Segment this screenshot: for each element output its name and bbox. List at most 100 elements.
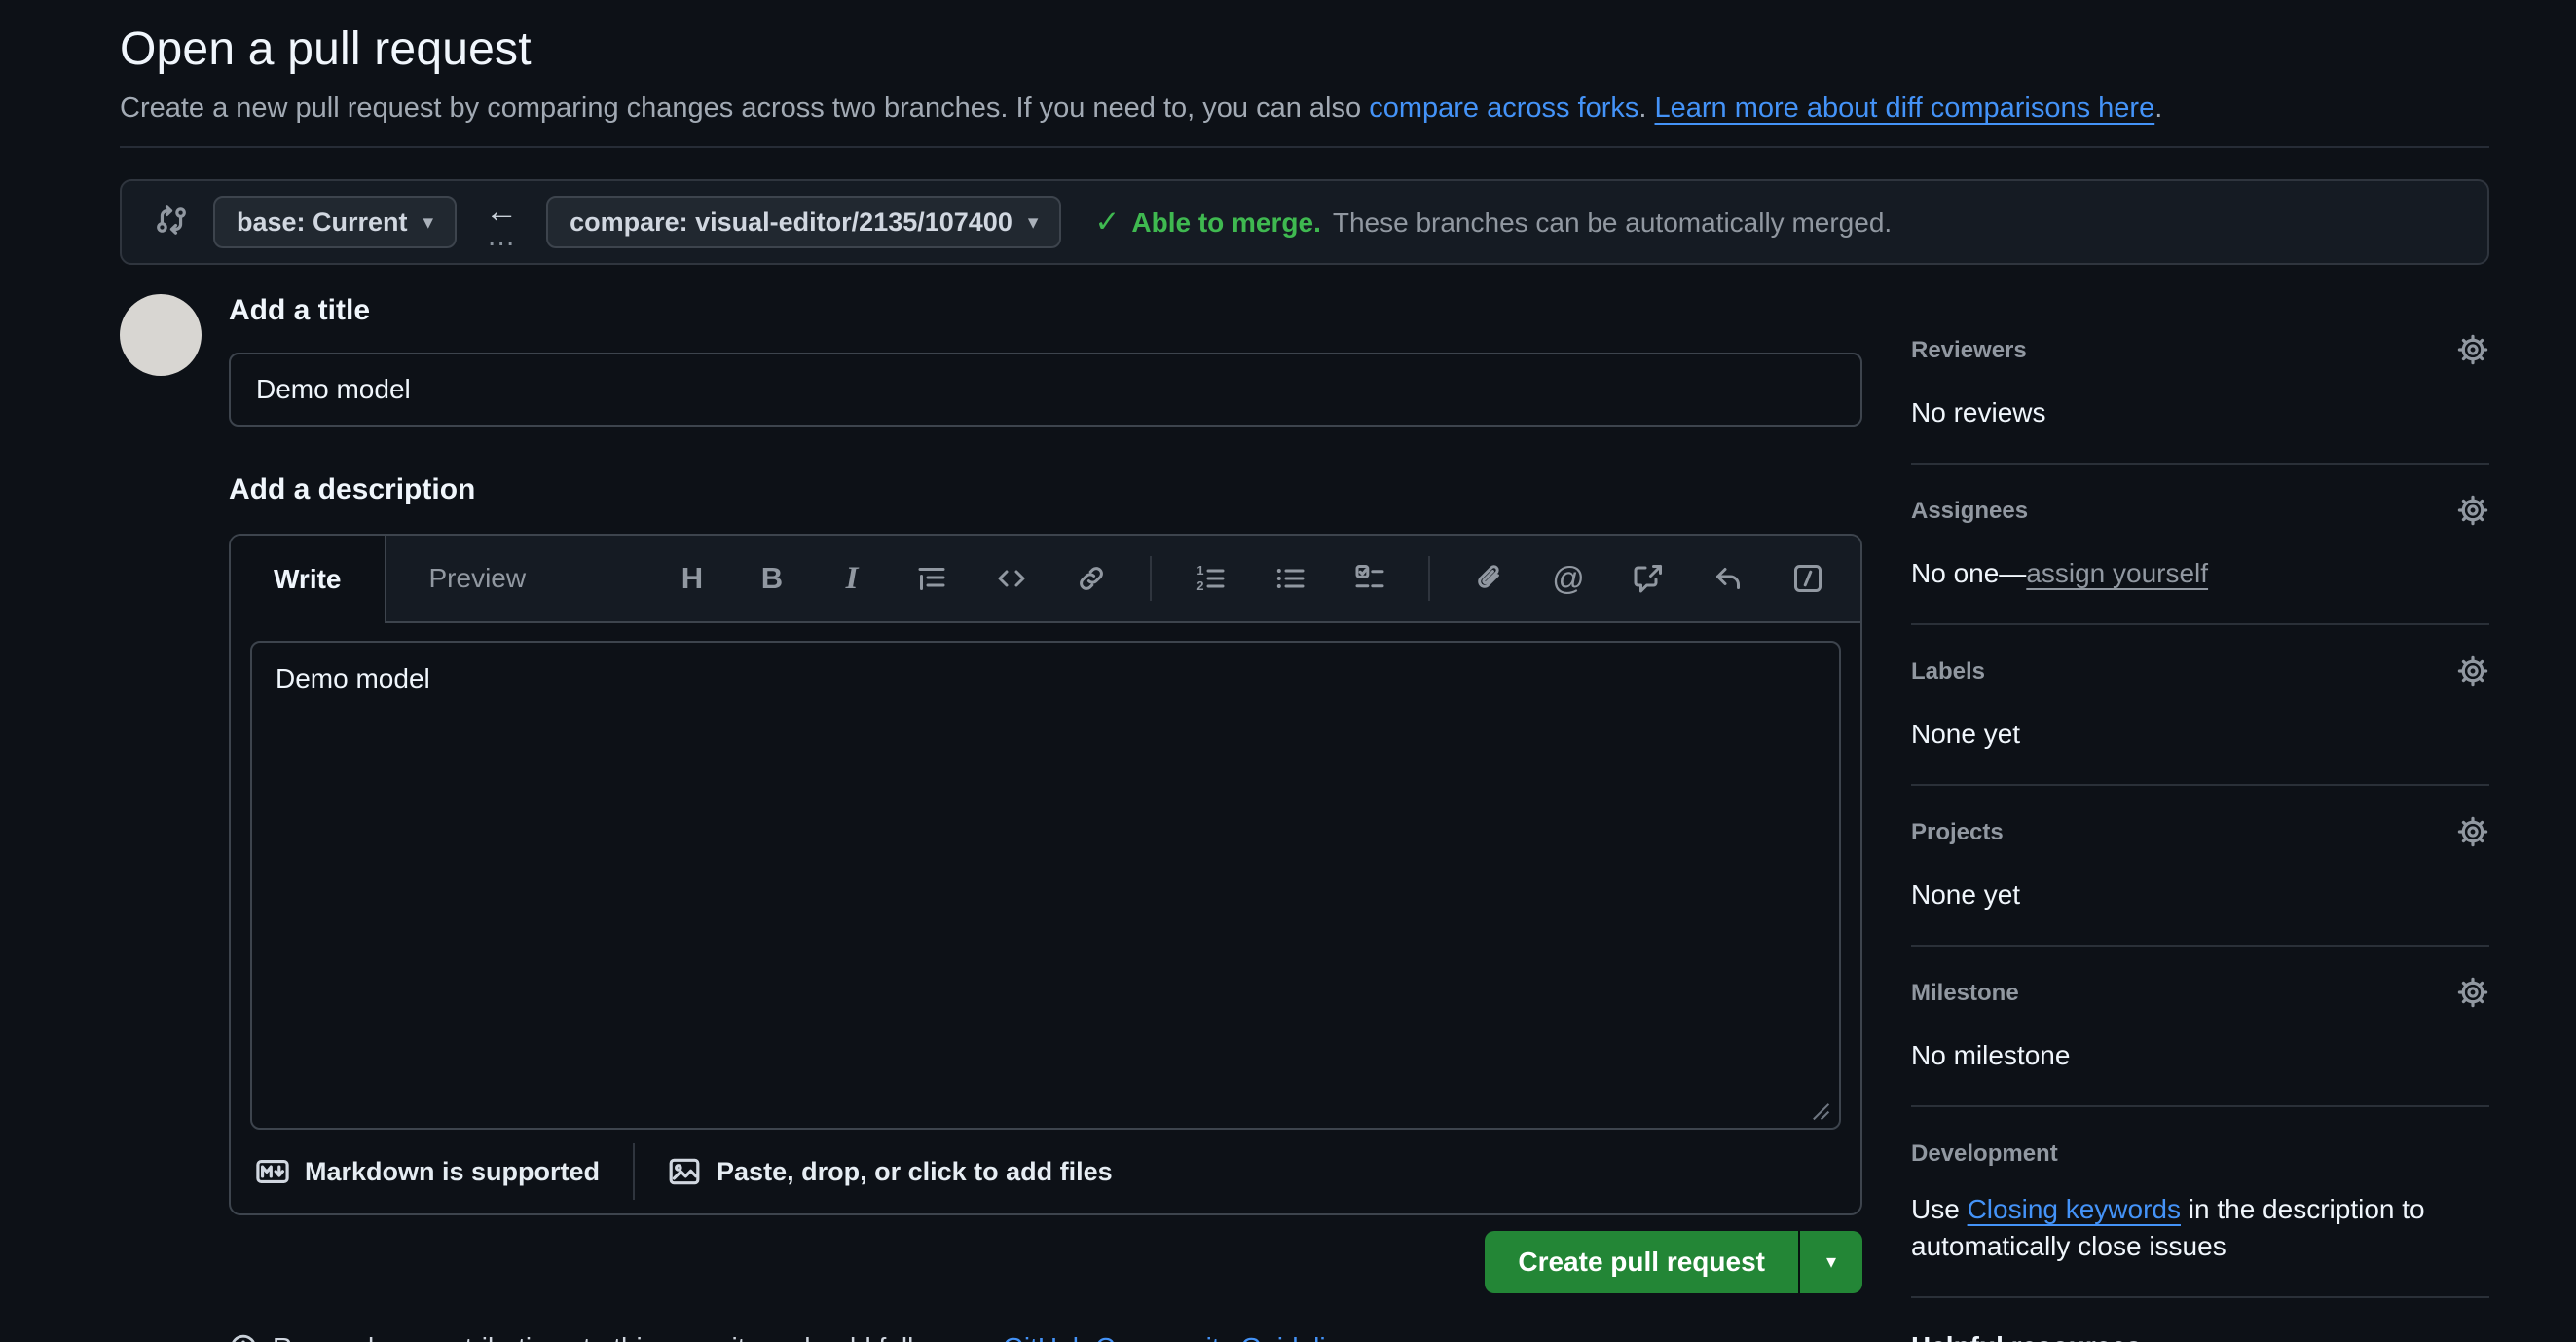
base-branch-dropdown[interactable]: base: Current ▾	[213, 196, 457, 248]
labels-gear-button[interactable]	[2456, 654, 2489, 692]
check-icon: ✓	[1094, 205, 1120, 240]
paperclip-icon	[1473, 563, 1504, 594]
attach-files-button[interactable]: Paste, drop, or click to add files	[668, 1155, 1113, 1188]
footer-separator	[633, 1143, 635, 1200]
gear-icon	[2456, 815, 2489, 848]
pull-request-compose-page: Open a pull request Create a new pull re…	[0, 0, 2576, 1342]
saved-replies-button[interactable]	[1695, 545, 1761, 612]
milestone-heading: Milestone	[1911, 980, 2019, 1007]
compare-across-forks-link[interactable]: compare across forks	[1369, 93, 1638, 124]
assign-yourself-link[interactable]: assign yourself	[2026, 558, 2208, 588]
mention-button[interactable]: @	[1535, 545, 1601, 612]
numbered-list-button[interactable]: 12	[1177, 545, 1243, 612]
main-form-column: Add a title Add a description Write Prev…	[229, 294, 1862, 1342]
page-subtitle: Create a new pull request by comparing c…	[120, 90, 2489, 148]
cross-reference-button[interactable]	[1615, 545, 1681, 612]
compare-branch-dropdown[interactable]: compare: visual-editor/2135/107400 ▾	[546, 196, 1061, 248]
page-title: Open a pull request	[120, 21, 2489, 78]
reviewers-heading: Reviewers	[1911, 337, 2027, 364]
editor-body: Demo model	[231, 623, 1860, 1130]
merge-status-detail: These branches can be automatically merg…	[1333, 207, 1892, 239]
reviewers-value: No reviews	[1911, 394, 2489, 431]
markdown-supported-label: Markdown is supported	[305, 1157, 600, 1187]
description-textarea[interactable]: Demo model	[250, 641, 1841, 1130]
merge-status-label: Able to merge.	[1131, 207, 1320, 239]
contribution-note-text: Remember, contributions to this reposito…	[273, 1332, 1378, 1342]
milestone-value: No milestone	[1911, 1037, 2489, 1074]
title-input[interactable]	[229, 353, 1862, 427]
info-icon	[229, 1333, 258, 1342]
development-text: Use Closing keywords in the description …	[1911, 1191, 2443, 1265]
reviewers-gear-button[interactable]	[2456, 333, 2489, 371]
pr-sidebar: Reviewers No reviews Assignees No one—as…	[1911, 294, 2489, 1342]
quote-button[interactable]	[899, 545, 965, 612]
italic-button[interactable]: I	[819, 545, 885, 612]
development-text-pre: Use	[1911, 1194, 1968, 1224]
task-list-button[interactable]	[1337, 545, 1403, 612]
heading-icon: H	[681, 561, 703, 596]
code-button[interactable]	[978, 545, 1045, 612]
note-text: Remember, contributions to this reposito…	[273, 1332, 1003, 1342]
avatar	[120, 294, 202, 376]
assignees-gear-button[interactable]	[2456, 494, 2489, 532]
create-options-dropdown[interactable]: ▾	[1800, 1231, 1862, 1293]
chevron-down-icon: ▾	[423, 212, 434, 233]
gear-icon	[2456, 654, 2489, 688]
quote-icon	[916, 563, 947, 594]
create-pull-request-button[interactable]: Create pull request	[1485, 1231, 1798, 1293]
projects-heading: Projects	[1911, 819, 2004, 846]
subtitle-text: Create a new pull request by comparing c…	[120, 93, 1369, 124]
chevron-down-icon: ▾	[1826, 1252, 1836, 1272]
bold-button[interactable]: B	[739, 545, 805, 612]
avatar-column	[120, 294, 229, 1342]
link-button[interactable]	[1058, 545, 1124, 612]
markdown-icon	[256, 1155, 289, 1188]
title-heading: Add a title	[229, 294, 1862, 327]
subtitle-period: .	[2154, 93, 2162, 124]
gear-icon	[2456, 976, 2489, 1009]
labels-heading: Labels	[1911, 658, 1985, 686]
closing-keywords-link[interactable]: Closing keywords	[1968, 1194, 2181, 1224]
tab-preview[interactable]: Preview	[386, 536, 570, 621]
bulleted-list-icon	[1274, 563, 1306, 594]
slash-commands-button[interactable]	[1775, 545, 1841, 612]
sidebar-section-labels: Labels None yet	[1911, 625, 2489, 786]
base-branch-label: base: Current	[237, 207, 408, 238]
tab-write[interactable]: Write	[231, 536, 386, 623]
diff-comparisons-link[interactable]: Learn more about diff comparisons here	[1655, 93, 2155, 124]
sidebar-section-assignees: Assignees No one—assign yourself	[1911, 465, 2489, 625]
numbered-list-icon: 12	[1195, 563, 1226, 594]
sidebar-section-development: Development Use Closing keywords in the …	[1911, 1107, 2489, 1298]
projects-gear-button[interactable]	[2456, 815, 2489, 853]
bold-icon: B	[761, 561, 783, 596]
toolbar-separator	[1428, 556, 1430, 601]
chevron-down-icon: ▾	[1028, 212, 1039, 233]
bulleted-list-button[interactable]	[1257, 545, 1323, 612]
ellipsis-icon: …	[487, 226, 517, 247]
sidebar-section-helpful-resources: Helpful resources GitHub Community Guide…	[1911, 1298, 2489, 1342]
reply-arrow-icon	[1712, 563, 1744, 594]
assignees-heading: Assignees	[1911, 498, 2028, 525]
attach-files-label: Paste, drop, or click to add files	[717, 1157, 1113, 1187]
attach-file-button[interactable]	[1455, 545, 1522, 612]
code-icon	[996, 563, 1027, 594]
sidebar-section-reviewers: Reviewers No reviews	[1911, 337, 2489, 465]
description-heading: Add a description	[229, 473, 1862, 506]
toolbar-separator	[1150, 556, 1152, 601]
editor-footer: Markdown is supported Paste, drop, or cl…	[231, 1130, 1860, 1213]
markdown-editor: Write Preview H B I	[229, 534, 1862, 1215]
link-icon	[1076, 563, 1107, 594]
subtitle-separator: .	[1638, 93, 1654, 124]
gear-icon	[2456, 494, 2489, 527]
milestone-gear-button[interactable]	[2456, 976, 2489, 1014]
markdown-supported-link[interactable]: Markdown is supported	[256, 1155, 600, 1188]
svg-text:2: 2	[1196, 578, 1203, 593]
heading-button[interactable]: H	[659, 545, 725, 612]
markdown-toolbar: H B I 12	[659, 536, 1860, 621]
helpful-resources-heading: Helpful resources	[1911, 1331, 2142, 1342]
sidebar-section-projects: Projects None yet	[1911, 786, 2489, 947]
branch-compare-bar: base: Current ▾ ← … compare: visual-edit…	[120, 179, 2489, 265]
community-guidelines-link[interactable]: GitHub Community Guidelines	[1003, 1332, 1370, 1342]
italic-icon: I	[846, 561, 859, 597]
svg-text:1: 1	[1196, 563, 1203, 578]
